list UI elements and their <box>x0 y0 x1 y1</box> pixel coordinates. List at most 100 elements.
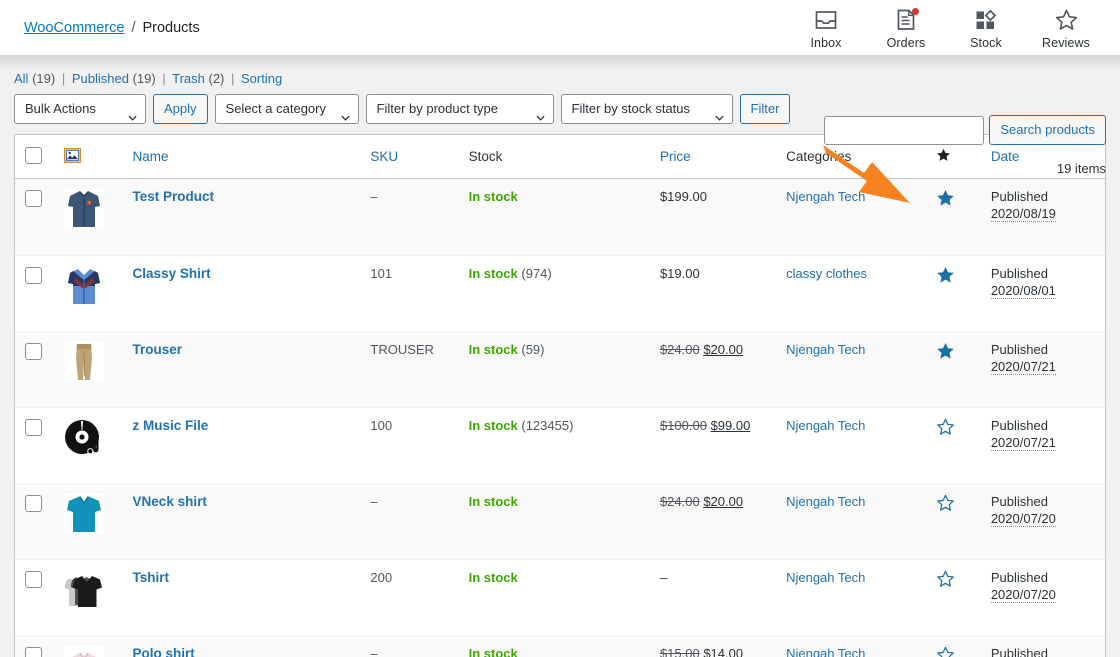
product-thumbnail-khaki-trouser[interactable] <box>64 342 105 382</box>
product-featured-cell[interactable] <box>926 255 981 331</box>
sort-link-date[interactable]: Date <box>991 149 1020 164</box>
product-thumbnail-pink-polo-shirt[interactable] <box>64 646 105 657</box>
category-link[interactable]: Njengah Tech <box>786 570 865 585</box>
row-select-cell[interactable] <box>15 635 55 657</box>
product-categories-cell[interactable]: Njengah Tech <box>776 483 927 559</box>
row-select-cell[interactable] <box>15 331 55 407</box>
product-name-link[interactable]: Classy Shirt <box>133 266 211 281</box>
product-categories-cell[interactable]: Njengah Tech <box>776 559 927 635</box>
product-categories-cell[interactable]: Njengah Tech <box>776 407 927 483</box>
table-row[interactable]: VNeck shirt – In stock $24.00 $20.00 Njengah… <box>15 483 1105 559</box>
row-select-cell[interactable] <box>15 255 55 331</box>
product-name-cell[interactable]: Test Product <box>122 179 361 255</box>
featured-star-filled-icon[interactable] <box>936 266 955 287</box>
product-thumbnail-teal-vneck-tshirt[interactable] <box>64 494 105 534</box>
product-categories-cell[interactable]: Njengah Tech <box>776 179 927 255</box>
header-name[interactable]: Name <box>122 135 361 179</box>
row-checkbox[interactable] <box>25 571 42 588</box>
featured-star-outline-icon[interactable] <box>936 646 955 657</box>
breadcrumb-link-woocommerce[interactable]: WooCommerce <box>24 20 124 36</box>
category-link[interactable]: Njengah Tech <box>786 342 865 357</box>
product-name-cell[interactable]: Polo shirt <box>122 635 361 657</box>
featured-star-outline-icon[interactable] <box>936 570 955 591</box>
category-link[interactable]: Njengah Tech <box>786 646 865 657</box>
category-link[interactable]: Njengah Tech <box>786 494 865 509</box>
product-featured-cell[interactable] <box>926 559 981 635</box>
select-all-checkbox[interactable] <box>25 147 42 164</box>
product-thumbnail-cell[interactable] <box>54 483 123 559</box>
product-categories-cell[interactable]: Njengah Tech <box>776 635 927 657</box>
nav-item-inbox[interactable]: Inbox <box>786 5 866 50</box>
product-thumbnail-cell[interactable] <box>54 407 123 483</box>
product-name-cell[interactable]: VNeck shirt <box>122 483 361 559</box>
table-row[interactable]: z Music File 100 In stock (123455) $100.00 … <box>15 407 1105 483</box>
sort-link-name[interactable]: Name <box>133 149 169 164</box>
nav-item-stock[interactable]: Stock <box>946 5 1026 50</box>
product-name-link[interactable]: VNeck shirt <box>133 494 207 509</box>
row-select-cell[interactable] <box>15 559 55 635</box>
product-featured-cell[interactable] <box>926 635 981 657</box>
category-link[interactable]: Njengah Tech <box>786 189 865 204</box>
product-thumbnail-vinyl-music-disc[interactable] <box>64 418 105 458</box>
table-row[interactable]: Test Product – In stock $199.00 Njengah Tech… <box>15 179 1105 255</box>
product-featured-cell[interactable] <box>926 331 981 407</box>
product-categories-cell[interactable]: classy clothes <box>776 255 927 331</box>
view-link-published[interactable]: Published <box>72 71 129 86</box>
product-name-link[interactable]: Trouser <box>133 342 183 357</box>
row-select-cell[interactable] <box>15 483 55 559</box>
table-row[interactable]: Classy Shirt 101 In stock (974) $19.00 class… <box>15 255 1105 331</box>
featured-star-outline-icon[interactable] <box>936 418 955 439</box>
product-name-link[interactable]: z Music File <box>133 418 209 433</box>
row-checkbox[interactable] <box>25 419 42 436</box>
featured-star-filled-icon[interactable] <box>936 189 955 210</box>
product-featured-cell[interactable] <box>926 179 981 255</box>
table-row[interactable]: Trouser TROUSER In stock (59) $24.00 $20.00… <box>15 331 1105 407</box>
product-categories-cell[interactable]: Njengah Tech <box>776 331 927 407</box>
view-link-sorting[interactable]: Sorting <box>241 71 282 86</box>
row-select-cell[interactable] <box>15 407 55 483</box>
nav-item-reviews[interactable]: Reviews <box>1026 5 1106 50</box>
table-row[interactable]: Polo shirt – In stock $15.00 $14.00 Njengah … <box>15 635 1105 657</box>
view-link-trash[interactable]: Trash <box>172 71 205 86</box>
product-type-filter-select[interactable]: Filter by product type <box>365 94 554 124</box>
featured-star-outline-icon[interactable] <box>936 494 955 515</box>
product-thumbnail-cell[interactable] <box>54 179 123 255</box>
sort-link-sku[interactable]: SKU <box>370 149 398 164</box>
product-thumbnail-blue-dress-shirt[interactable] <box>64 189 105 229</box>
apply-button[interactable]: Apply <box>153 94 208 124</box>
product-thumbnail-classy-blue-shirt[interactable] <box>64 266 105 306</box>
bulk-actions-select[interactable]: Bulk Actions <box>14 94 146 124</box>
sort-link-price[interactable]: Price <box>660 149 691 164</box>
filter-button[interactable]: Filter <box>739 94 791 124</box>
product-name-cell[interactable]: Trouser <box>122 331 361 407</box>
row-checkbox[interactable] <box>25 647 42 657</box>
row-checkbox[interactable] <box>25 267 42 284</box>
product-thumbnail-cell[interactable] <box>54 331 123 407</box>
header-price[interactable]: Price <box>649 135 777 179</box>
row-checkbox[interactable] <box>25 495 42 512</box>
featured-star-filled-icon[interactable] <box>936 342 955 363</box>
nav-item-orders[interactable]: Orders <box>866 5 946 50</box>
stock-status-filter-select[interactable]: Filter by stock status <box>560 94 733 124</box>
category-filter-select[interactable]: Select a category <box>214 94 359 124</box>
category-link[interactable]: classy clothes <box>786 266 867 281</box>
row-checkbox[interactable] <box>25 190 42 207</box>
view-link-all[interactable]: All <box>14 71 28 86</box>
category-link[interactable]: Njengah Tech <box>786 418 865 433</box>
row-checkbox[interactable] <box>25 343 42 360</box>
product-thumbnail-cell[interactable] <box>54 255 123 331</box>
product-thumbnail-cell[interactable] <box>54 559 123 635</box>
row-select-cell[interactable] <box>15 179 55 255</box>
header-sku[interactable]: SKU <box>360 135 459 179</box>
product-name-link[interactable]: Tshirt <box>133 570 170 585</box>
product-name-cell[interactable]: Classy Shirt <box>122 255 361 331</box>
product-thumbnail-cell[interactable] <box>54 635 123 657</box>
product-name-link[interactable]: Test Product <box>133 189 215 204</box>
product-thumbnail-grey-black-tshirts[interactable] <box>64 570 105 610</box>
table-row[interactable]: Tshirt 200 In stock – Njengah Tech Published 2… <box>15 559 1105 635</box>
product-featured-cell[interactable] <box>926 483 981 559</box>
product-name-link[interactable]: Polo shirt <box>133 646 195 657</box>
product-featured-cell[interactable] <box>926 407 981 483</box>
product-name-cell[interactable]: Tshirt <box>122 559 361 635</box>
product-name-cell[interactable]: z Music File <box>122 407 361 483</box>
